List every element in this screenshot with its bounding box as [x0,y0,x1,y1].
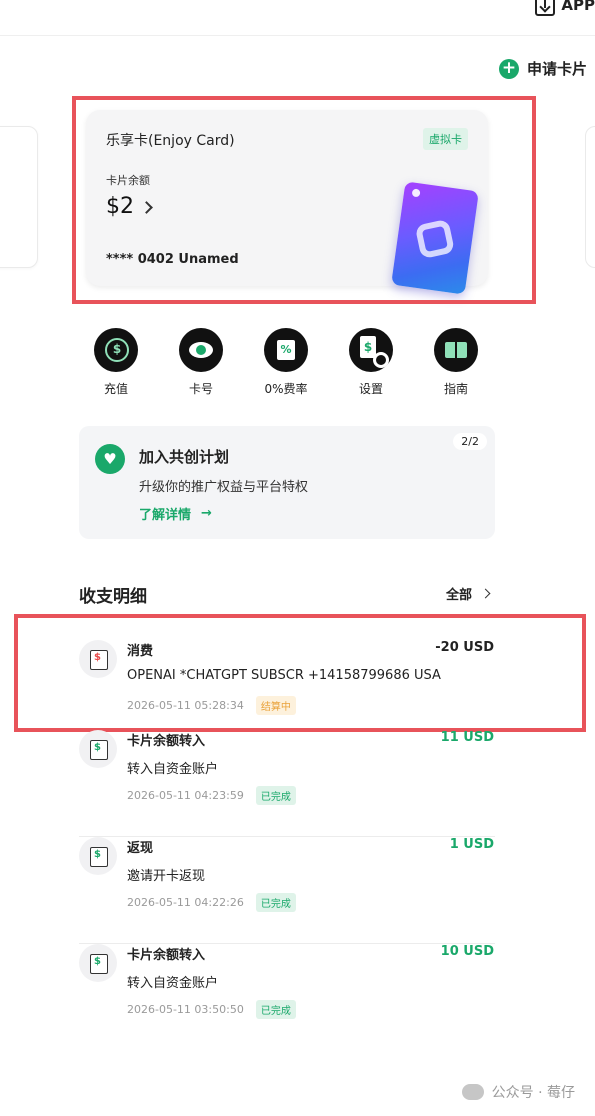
transaction-time: 2026-05-11 04:23:59 [127,789,244,802]
guide-icon [434,328,478,372]
transaction-meta: 2026-05-11 04:22:26 已完成 [127,893,296,912]
highlight-box-card [72,96,536,304]
quick-actions: 充值 卡号 0%费率 设置 指南 [86,328,496,398]
transaction-title: 返现 [127,841,154,856]
arrow-right-icon: → [201,506,212,521]
transaction-amount: 11 USD [440,730,494,745]
top-bar: APP [0,0,595,36]
rate-icon [264,328,308,372]
heart-icon: ♥ [95,444,125,474]
action-guide[interactable]: 指南 [426,328,486,397]
learn-more-label: 了解详情 [139,508,192,523]
transaction-desc: 邀请开卡返现 [127,869,206,884]
apply-card-button[interactable]: + 申请卡片 [498,58,587,79]
transaction-title: 卡片余额转入 [127,948,206,963]
next-card-preview[interactable] [585,126,595,268]
view-all-label: 全部 [446,588,473,603]
transaction-meta: 2026-05-11 04:23:59 已完成 [127,786,296,805]
action-label: 充值 [103,382,128,396]
download-icon [535,0,556,16]
apply-card-label: 申请卡片 [526,60,587,78]
transaction-desc: 转入自资金账户 [127,762,219,777]
promo-banner[interactable]: ♥ 加入共创计划 升级你的推广权益与平台特权 了解详情 → 2/2 [79,426,495,539]
cashback-icon [79,837,117,875]
transfer-icon [79,944,117,982]
action-label: 0%费率 [264,382,308,396]
status-badge: 已完成 [255,893,296,912]
transaction-row[interactable]: 返现 1 USD 邀请开卡返现 2026-05-11 04:22:26 已完成 [79,837,495,944]
transactions-title: 收支明细 [79,587,147,607]
transaction-time: 2026-05-11 03:50:50 [127,1003,244,1016]
page: APP + 申请卡片 乐享卡(Enjoy Card) 虚拟卡 卡片余额 $2 *… [0,0,595,1116]
highlight-box-transaction [14,614,586,732]
view-all-button[interactable]: 全部 [446,584,491,603]
promo-pager: 2/2 [453,433,487,450]
transaction-amount: 1 USD [449,837,494,852]
eye-icon [179,328,223,372]
action-fee-rate[interactable]: 0%费率 [256,328,316,397]
action-topup[interactable]: 充值 [86,328,146,397]
action-label: 指南 [443,382,468,396]
transaction-desc: 转入自资金账户 [127,976,219,991]
transaction-title: 卡片余额转入 [127,734,206,749]
watermark-text: 公众号 · 莓仔 [491,1085,575,1101]
promo-subtitle: 升级你的推广权益与平台特权 [139,480,309,495]
status-badge: 已完成 [255,786,296,805]
wechat-icon [461,1084,484,1100]
status-badge: 已完成 [255,1000,296,1019]
settings-icon [349,328,393,372]
topup-icon [94,328,138,372]
promo-learn-more-link[interactable]: 了解详情 → [139,504,212,523]
transaction-row[interactable]: 卡片余额转入 10 USD 转入自资金账户 2026-05-11 03:50:5… [79,944,495,1051]
app-download-button[interactable]: APP [535,0,595,16]
transaction-amount: 10 USD [440,944,494,959]
action-settings[interactable]: 设置 [341,328,401,397]
promo-title: 加入共创计划 [139,448,230,466]
action-label: 卡号 [188,382,213,396]
transfer-icon [79,730,117,768]
transaction-time: 2026-05-11 04:22:26 [127,896,244,909]
app-label: APP [561,0,595,14]
transaction-meta: 2026-05-11 03:50:50 已完成 [127,1000,296,1019]
action-card-number[interactable]: 卡号 [171,328,231,397]
action-label: 设置 [358,382,383,396]
transaction-row[interactable]: 卡片余额转入 11 USD 转入自资金账户 2026-05-11 04:23:5… [79,730,495,837]
watermark: 公众号 · 莓仔 [461,1082,575,1102]
plus-icon: + [498,58,519,79]
chevron-right-icon [480,588,491,599]
prev-card-preview[interactable] [0,126,38,268]
